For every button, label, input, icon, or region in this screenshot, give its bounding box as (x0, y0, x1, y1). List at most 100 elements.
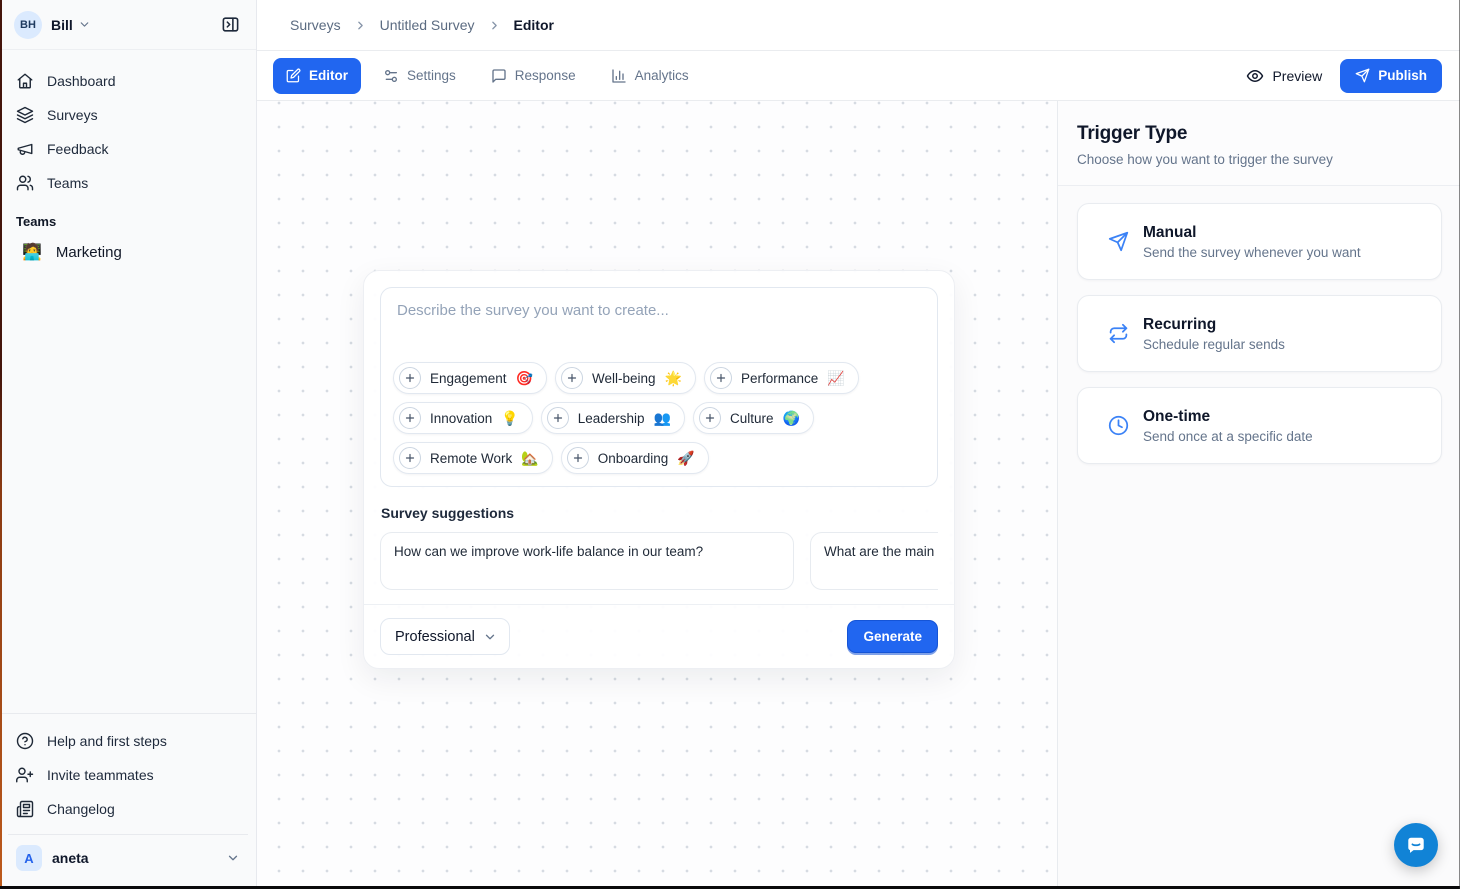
chip-emoji: 🌍 (783, 410, 800, 427)
account-avatar: A (16, 845, 42, 871)
plus-icon (710, 367, 732, 389)
trigger-option-title: Manual (1143, 224, 1361, 242)
topic-chip-innovation[interactable]: Innovation 💡 (393, 402, 533, 434)
chevron-right-icon (354, 19, 367, 32)
trigger-panel-header: Trigger Type Choose how you want to trig… (1058, 101, 1460, 186)
chip-emoji: 📈 (827, 370, 844, 387)
send-icon (1355, 68, 1370, 83)
breadcrumb: Surveys Untitled Survey Editor (257, 0, 1460, 51)
chip-emoji: 🏡 (521, 450, 538, 467)
newspaper-icon (16, 800, 34, 818)
trigger-option-manual[interactable]: Manual Send the survey whenever you want (1077, 203, 1442, 280)
sidebar-collapse-button[interactable] (216, 11, 244, 39)
plus-icon (399, 367, 421, 389)
sidebar-item-label: Surveys (47, 107, 98, 123)
trigger-option-recurring[interactable]: Recurring Schedule regular sends (1077, 295, 1442, 372)
trigger-option-description: Send the survey whenever you want (1143, 245, 1361, 260)
survey-prompt-input[interactable] (381, 288, 937, 362)
topic-chips: Engagement 🎯 Well-being 🌟 (381, 362, 937, 486)
trigger-option-description: Schedule regular sends (1143, 337, 1285, 352)
topic-chip-well-being[interactable]: Well-being 🌟 (555, 362, 696, 394)
topic-chip-remote-work[interactable]: Remote Work 🏡 (393, 442, 553, 474)
topic-chip-onboarding[interactable]: Onboarding 🚀 (561, 442, 709, 474)
breadcrumb-surveys[interactable]: Surveys (290, 17, 341, 33)
window-edge-left (0, 0, 2, 889)
sidebar-nav: Dashboard Surveys Feedback Teams (0, 50, 256, 200)
chip-emoji: 🌟 (665, 370, 682, 387)
sidebar-item-surveys[interactable]: Surveys (8, 98, 248, 132)
tone-value: Professional (395, 629, 475, 645)
survey-editor-canvas[interactable]: Engagement 🎯 Well-being 🌟 (257, 101, 1057, 889)
chip-label: Onboarding (598, 451, 669, 466)
sidebar-item-feedback[interactable]: Feedback (8, 132, 248, 166)
topic-chip-performance[interactable]: Performance 📈 (704, 362, 859, 394)
workspace-name: Bill (51, 17, 73, 33)
clock-icon (1108, 415, 1129, 436)
suggestion-card[interactable]: How can we improve work-life balance in … (380, 532, 794, 590)
account-menu[interactable]: A aneta (8, 834, 248, 875)
plus-icon (547, 407, 569, 429)
breadcrumb-survey-name[interactable]: Untitled Survey (380, 17, 475, 33)
tab-label: Analytics (635, 68, 689, 83)
team-emoji: 🧑‍💻 (22, 242, 42, 262)
chevron-down-icon (483, 630, 497, 644)
workspace-avatar: BH (14, 11, 42, 39)
sidebar-item-invite[interactable]: Invite teammates (8, 758, 248, 792)
tab-response[interactable]: Response (478, 58, 589, 94)
trigger-option-one-time[interactable]: One-time Send once at a specific date (1077, 387, 1442, 464)
chip-label: Well-being (592, 371, 656, 386)
plus-icon (399, 407, 421, 429)
topic-chip-engagement[interactable]: Engagement 🎯 (393, 362, 547, 394)
help-circle-icon (16, 732, 34, 750)
publish-button[interactable]: Publish (1340, 59, 1442, 93)
chat-launcher-button[interactable] (1394, 823, 1438, 867)
suggestions-title: Survey suggestions (381, 505, 938, 521)
eye-icon (1246, 67, 1264, 85)
plus-icon (699, 407, 721, 429)
main-area: Surveys Untitled Survey Editor Editor Se… (257, 0, 1460, 889)
tab-label: Settings (407, 68, 456, 83)
survey-prompt-box[interactable]: Engagement 🎯 Well-being 🌟 (380, 287, 938, 487)
sidebar-item-label: Dashboard (47, 73, 116, 89)
chevron-right-icon (488, 19, 501, 32)
trigger-option-description: Send once at a specific date (1143, 429, 1313, 444)
suggestion-card[interactable]: What are the main ob (810, 532, 938, 590)
send-icon (1108, 231, 1129, 252)
chip-label: Leadership (578, 411, 645, 426)
topic-chip-culture[interactable]: Culture 🌍 (693, 402, 814, 434)
megaphone-icon (16, 140, 34, 158)
generate-button[interactable]: Generate (847, 620, 938, 653)
sidebar-item-label: Invite teammates (47, 767, 154, 783)
tab-label: Editor (309, 68, 348, 83)
trigger-option-title: Recurring (1143, 316, 1285, 334)
chip-emoji: 🚀 (677, 450, 694, 467)
sidebar-item-dashboard[interactable]: Dashboard (8, 64, 248, 98)
chat-bubble-icon (1404, 833, 1428, 857)
suggestions-row: How can we improve work-life balance in … (380, 532, 938, 590)
trigger-type-panel: Trigger Type Choose how you want to trig… (1057, 101, 1460, 889)
chip-label: Remote Work (430, 451, 512, 466)
tab-settings[interactable]: Settings (370, 58, 469, 94)
panel-toggle-icon (221, 15, 240, 34)
sidebar-footer: Help and first steps Invite teammates Ch… (0, 713, 256, 889)
sidebar-item-help[interactable]: Help and first steps (8, 724, 248, 758)
trigger-panel-title: Trigger Type (1077, 123, 1440, 145)
sidebar-item-label: Changelog (47, 801, 115, 817)
trigger-option-title: One-time (1143, 408, 1313, 426)
sidebar-item-changelog[interactable]: Changelog (8, 792, 248, 826)
plus-icon (561, 367, 583, 389)
chip-emoji: 💡 (501, 410, 518, 427)
tab-label: Response (515, 68, 576, 83)
workspace-switcher[interactable]: BH Bill (0, 0, 256, 50)
tone-select[interactable]: Professional (380, 618, 510, 655)
tab-analytics[interactable]: Analytics (598, 58, 702, 94)
sidebar-item-teams[interactable]: Teams (8, 166, 248, 200)
sidebar-item-team-marketing[interactable]: 🧑‍💻 Marketing (8, 235, 248, 269)
chevron-down-icon (226, 851, 240, 865)
tab-editor[interactable]: Editor (273, 58, 361, 94)
topic-chip-leadership[interactable]: Leadership 👥 (541, 402, 685, 434)
chevron-down-icon (78, 18, 91, 31)
publish-label: Publish (1378, 68, 1427, 83)
home-icon (16, 72, 34, 90)
preview-button[interactable]: Preview (1246, 67, 1322, 85)
